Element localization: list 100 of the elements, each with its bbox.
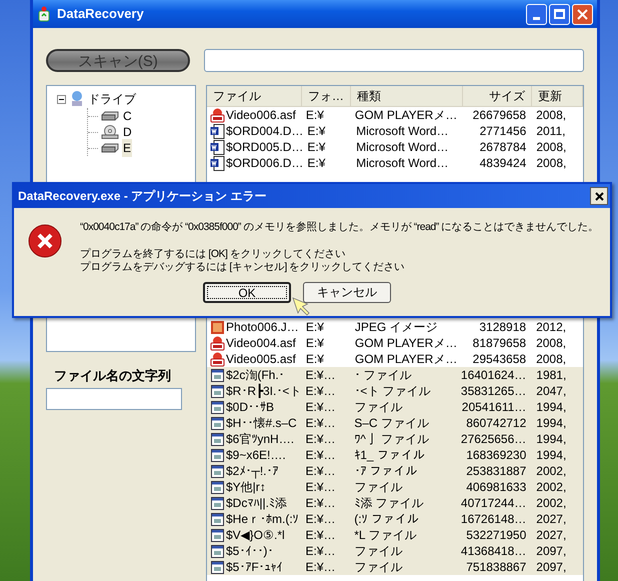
column-header[interactable]: ファイル [207, 86, 302, 106]
table-cell: 40717244… [460, 496, 526, 510]
table-cell: Microsoft Word… [356, 124, 449, 138]
column-header[interactable]: 種類 [350, 86, 464, 106]
table-cell: E:¥… [305, 528, 336, 542]
window-file-icon [210, 480, 225, 494]
table-cell: 860742712 [466, 416, 526, 430]
table-cell: E:¥… [305, 416, 336, 430]
column-header[interactable]: サイズ [463, 86, 532, 106]
minus-icon [59, 98, 64, 100]
table-cell: $H･･懐#.s–C [226, 416, 297, 430]
table-cell: 1994, [536, 432, 566, 446]
table-cell: $5･ｱF･ｭｬｲ [226, 560, 283, 574]
table-cell: 2027, [536, 528, 566, 542]
table-cell: Video006.asf [226, 108, 296, 122]
table-cell: ファイル [354, 480, 402, 494]
table-cell: $0D･･ｻB [226, 400, 274, 414]
table-cell: $Heｒ･ﾎm.(:ｿ [226, 512, 299, 526]
table-cell: $ORD006.D… [226, 156, 304, 170]
table-cell: 4839424 [480, 156, 526, 170]
image-file-icon [210, 320, 225, 334]
window-file-icon [210, 432, 225, 446]
table-cell: ･ ファイル [354, 368, 412, 382]
tree-item[interactable]: E [122, 139, 132, 157]
collapse-toggle[interactable] [57, 94, 66, 104]
window-file-icon [210, 512, 225, 526]
table-cell: 81879658 [472, 336, 526, 350]
table-cell: 27625656… [460, 432, 526, 446]
table-cell: E:¥… [305, 560, 336, 574]
table-cell: E:¥… [305, 368, 336, 382]
minimize-icon [533, 16, 540, 20]
dialog-button[interactable]: OK [203, 282, 291, 303]
table-cell: E:¥… [305, 432, 336, 446]
table-cell: ファイル [354, 560, 402, 574]
table-cell: 2771456 [480, 124, 526, 138]
window-file-icon [210, 464, 225, 478]
table-cell: 2097, [536, 544, 566, 558]
table-cell: 2027, [536, 512, 566, 526]
table-cell: Video004.asf [226, 336, 296, 350]
table-cell: 168369230 [466, 448, 526, 462]
table-cell: $2c渹(Fh.･ [226, 368, 285, 382]
table-cell: 1981, [536, 368, 566, 382]
column-header[interactable]: フォ… [302, 86, 351, 106]
table-cell: JPEG イメージ [354, 320, 438, 334]
table-cell: 2002, [536, 496, 566, 510]
table-cell: E:¥ [307, 140, 326, 154]
error-message: “0x0040c17a” の命令が “0x0385f000” のメモリを参照しました。メモリが “read” になることはできませんでした。 [80, 220, 599, 235]
table-cell: ファイル [354, 544, 402, 558]
table-cell: 2097, [536, 560, 566, 574]
table-cell: E:¥… [305, 480, 336, 494]
window-file-icon [210, 416, 225, 430]
table-cell: 253831887 [466, 464, 526, 478]
table-cell: 2678784 [480, 140, 526, 154]
table-cell: ﾜ^亅 ファイル [354, 432, 430, 446]
window-file-icon [210, 384, 225, 398]
table-cell: $2ﾒ･┬!.･ｱ [226, 464, 279, 478]
table-cell: ファイル [354, 400, 402, 414]
window-title: DataRecovery [57, 5, 144, 24]
table-cell: $9~x6E!…. [226, 448, 286, 462]
window-file-icon [210, 400, 225, 414]
table-cell: E:¥ [307, 124, 326, 138]
table-cell: E:¥… [305, 400, 336, 414]
dialog-button[interactable]: キャンセル [303, 282, 391, 303]
table-cell: $V◀}O⑤.*l [226, 528, 285, 542]
table-cell: ･ｱ ファイル [354, 464, 418, 478]
table-cell: 41368418… [460, 544, 526, 558]
tree-item[interactable]: C [122, 107, 133, 125]
maximize-button[interactable] [549, 4, 570, 24]
hard-drive-icon [101, 111, 119, 121]
tree-item[interactable]: ドライブ [88, 90, 136, 108]
table-cell: $ORD005.D… [226, 140, 304, 154]
table-cell: Video005.asf [226, 352, 296, 366]
window-file-icon [210, 448, 225, 462]
maximize-icon [554, 9, 565, 19]
minimize-button[interactable] [526, 4, 547, 24]
window-file-icon [210, 368, 225, 382]
table-cell: 751838867 [466, 560, 526, 574]
recycle-app-icon [37, 6, 51, 22]
instruction-text: プログラムをデバッグするには [キャンセル] をクリックしてください [80, 260, 406, 274]
close-icon [577, 8, 588, 20]
tree-item[interactable]: D [122, 123, 133, 141]
column-header[interactable]: 更新 [532, 86, 583, 106]
table-cell: E:¥ [307, 156, 326, 170]
table-cell: E:¥… [305, 384, 336, 398]
close-button[interactable] [590, 187, 608, 205]
table-cell: 2008, [536, 336, 566, 350]
table-cell: GOM PLAYERメ… [354, 352, 458, 366]
filename-filter-field[interactable] [46, 388, 182, 410]
table-cell: E:¥… [305, 464, 336, 478]
computer-icon [70, 90, 84, 108]
table-cell: $6官ﾂynH…. [226, 432, 294, 446]
path-field[interactable] [204, 49, 584, 72]
window-file-icon [210, 544, 225, 558]
table-cell: 1994, [536, 448, 566, 462]
table-cell: $Y他|r↕ [226, 480, 266, 494]
close-icon [594, 192, 604, 200]
error-icon [28, 224, 62, 258]
mouse-pointer-icon [292, 297, 310, 318]
table-cell: 1994, [536, 400, 566, 414]
table-cell: E:¥… [305, 512, 336, 526]
